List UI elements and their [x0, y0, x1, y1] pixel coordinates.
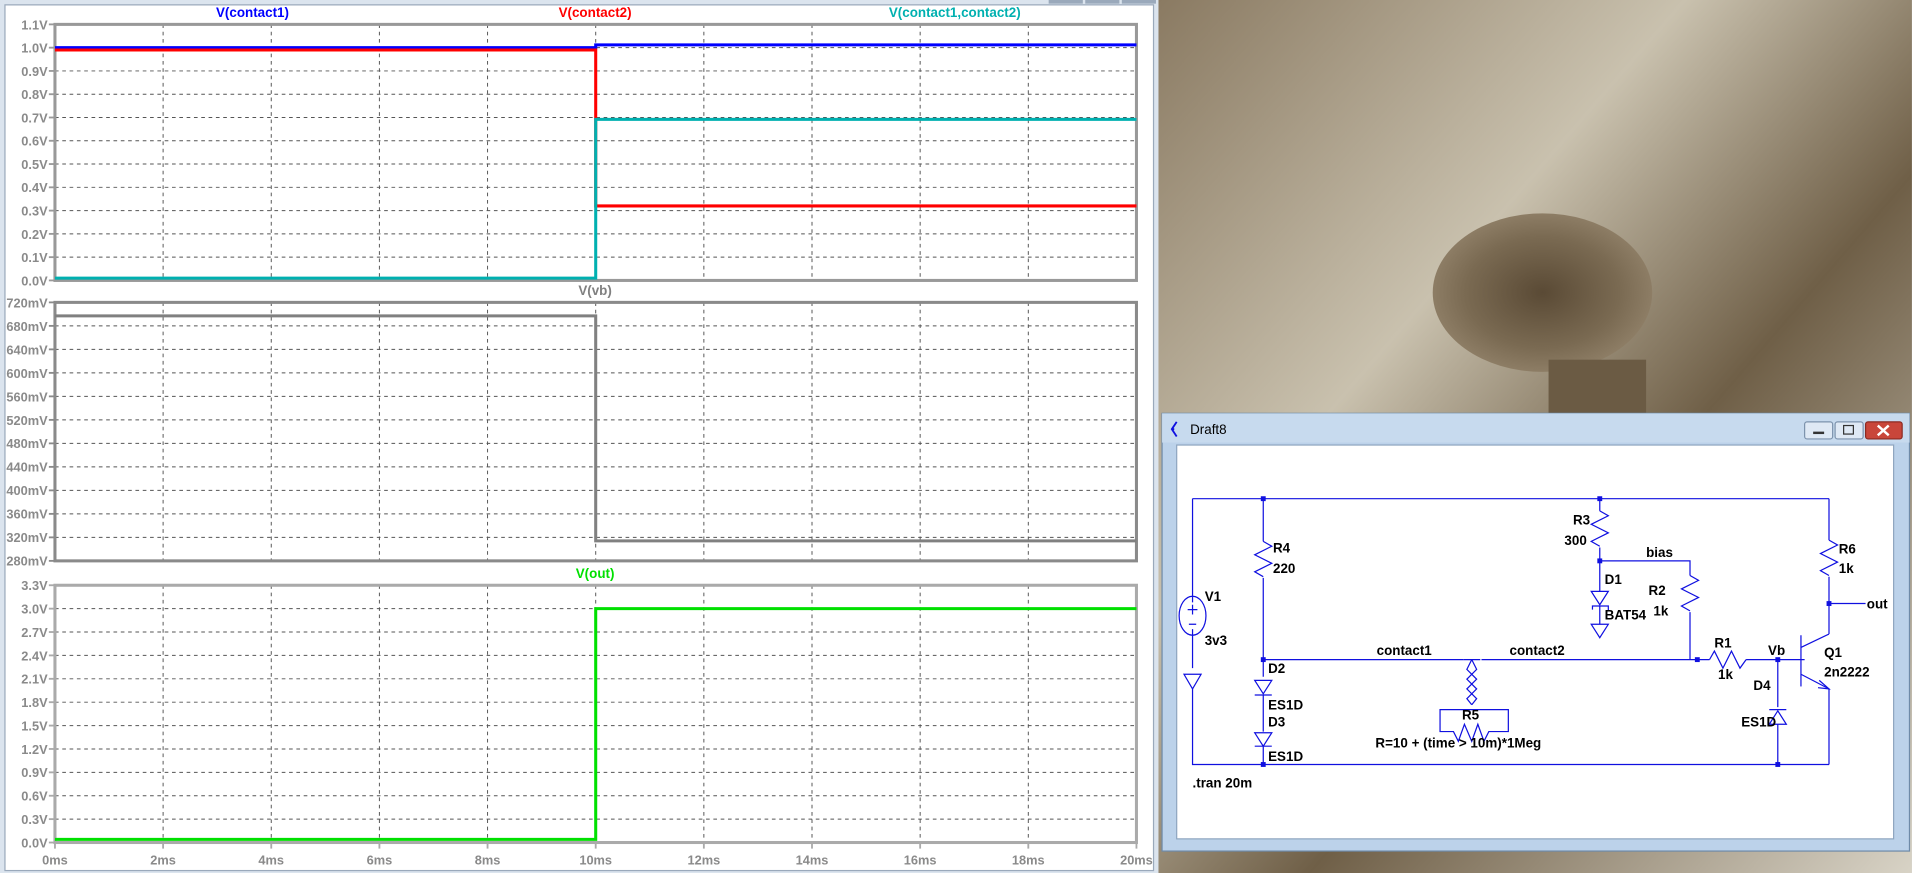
d2-value: ES1D	[1268, 698, 1303, 713]
y-tick-label: 720mV	[6, 295, 48, 310]
y-tick-label: 1.1V	[21, 17, 48, 32]
r2-value: 1k	[1653, 604, 1668, 619]
v1-label: V1	[1205, 589, 1222, 604]
window-title: Draft8	[1190, 422, 1227, 437]
r1-value: 1k	[1718, 667, 1733, 682]
y-tick-label: 2.7V	[21, 625, 48, 640]
y-tick-label: 640mV	[6, 342, 48, 357]
y-tick-label: 0.0V	[21, 273, 48, 288]
y-tick-label: 0.6V	[21, 789, 48, 804]
x-tick-label: 20ms	[1120, 852, 1153, 867]
x-tick-label: 8ms	[475, 852, 501, 867]
r2-label: R2	[1649, 583, 1666, 598]
y-tick-label: 680mV	[6, 319, 48, 334]
net-contact1-label: contact1	[1377, 643, 1433, 658]
y-tick-label: 1.2V	[21, 742, 48, 757]
v1-value: 3v3	[1205, 633, 1227, 648]
close-button[interactable]	[1864, 421, 1903, 440]
maximize-button[interactable]	[1085, 0, 1120, 4]
waveform-window: 0.0V 0.1V 0.2V 0.3V 0.4V 0.5V 0.6V 0.7V 0.8V 0.9V…	[0, 0, 1159, 873]
maximize-button[interactable]	[1834, 421, 1864, 440]
y-tick-label: 560mV	[6, 389, 48, 404]
r5-value: R=10 + (time > 10m)*1Meg	[1375, 735, 1541, 750]
y-tick-label: 2.4V	[21, 648, 48, 663]
x-tick-label: 0ms	[42, 852, 68, 867]
y-tick-label: 440mV	[6, 460, 48, 475]
y-tick-label: 520mV	[6, 413, 48, 428]
d4-value: ES1D	[1741, 715, 1776, 730]
minimize-button[interactable]	[1048, 0, 1083, 4]
net-bias-label: bias	[1646, 545, 1673, 560]
close-button[interactable]	[1121, 0, 1156, 4]
x-tick-label: 4ms	[258, 852, 284, 867]
r6-value: 1k	[1839, 561, 1854, 576]
y-tick-label: 0.7V	[21, 110, 48, 125]
y-tick-label: 0.8V	[21, 87, 48, 102]
y-tick-label: 3.3V	[21, 578, 48, 593]
x-tick-label: 10ms	[579, 852, 612, 867]
r1-label: R1	[1714, 635, 1732, 650]
r5-label: R5	[1462, 707, 1480, 722]
trace-label[interactable]: V(vb)	[578, 283, 612, 298]
x-tick-label: 16ms	[904, 852, 937, 867]
x-tick-label: 18ms	[1012, 852, 1045, 867]
y-tick-label: 1.0V	[21, 41, 48, 56]
trace-label[interactable]: V(contact1,contact2)	[889, 5, 1021, 20]
y-tick-label: 0.5V	[21, 157, 48, 172]
y-tick-label: 0.9V	[21, 765, 48, 780]
y-tick-label: 1.8V	[21, 695, 48, 710]
r4-value: 220	[1273, 561, 1295, 576]
r3-value: 300	[1564, 533, 1586, 548]
r4-label: R4	[1273, 540, 1291, 555]
y-tick-label: 0.1V	[21, 250, 48, 265]
x-tick-label: 14ms	[796, 852, 829, 867]
y-tick-label: 360mV	[6, 507, 48, 522]
trace-label[interactable]: V(out)	[576, 566, 615, 581]
y-tick-label: 0.3V	[21, 203, 48, 218]
y-tick-label: 280mV	[6, 554, 48, 569]
d3-label: D3	[1268, 715, 1285, 730]
y-tick-label: 0.4V	[21, 180, 48, 195]
y-tick-label: 400mV	[6, 483, 48, 498]
spice-directive[interactable]: .tran 20m	[1193, 776, 1253, 791]
minimize-button[interactable]	[1804, 421, 1834, 440]
d2-label: D2	[1268, 661, 1285, 676]
r6-label: R6	[1839, 542, 1856, 557]
q1-value: 2n2222	[1824, 665, 1869, 680]
x-tick-label: 12ms	[687, 852, 720, 867]
y-tick-label: 0.2V	[21, 227, 48, 242]
d4-label: D4	[1753, 678, 1771, 693]
y-tick-label: 320mV	[6, 530, 48, 545]
y-tick-label: 2.1V	[21, 672, 48, 687]
schematic-window: Draft8 V1 3v3 R4 220 R3 300 R6 1k R2 1k …	[1161, 412, 1911, 852]
y-tick-label: 0.3V	[21, 812, 48, 827]
q1-label: Q1	[1824, 645, 1842, 660]
y-tick-label: 0.0V	[21, 835, 48, 850]
y-tick-label: 0.9V	[21, 64, 48, 79]
x-tick-label: 2ms	[150, 852, 176, 867]
trace-label[interactable]: V(contact1)	[216, 5, 289, 20]
trace-label[interactable]: V(contact2)	[559, 5, 632, 20]
net-out-label: out	[1867, 596, 1888, 611]
y-tick-label: 600mV	[6, 366, 48, 381]
r3-label: R3	[1573, 512, 1590, 527]
y-tick-label: 3.0V	[21, 602, 48, 617]
screen: 0.0V 0.1V 0.2V 0.3V 0.4V 0.5V 0.6V 0.7V 0.8V 0.9V…	[0, 0, 1912, 873]
x-tick-label: 6ms	[367, 852, 393, 867]
net-vb-label: Vb	[1768, 643, 1785, 658]
d3-value: ES1D	[1268, 749, 1303, 764]
net-contact2-label: contact2	[1510, 643, 1565, 658]
d1-value: BAT54	[1605, 607, 1647, 622]
y-tick-label: 1.5V	[21, 718, 48, 733]
d1-label: D1	[1605, 572, 1623, 587]
y-tick-label: 480mV	[6, 436, 48, 451]
y-tick-label: 0.6V	[21, 134, 48, 149]
